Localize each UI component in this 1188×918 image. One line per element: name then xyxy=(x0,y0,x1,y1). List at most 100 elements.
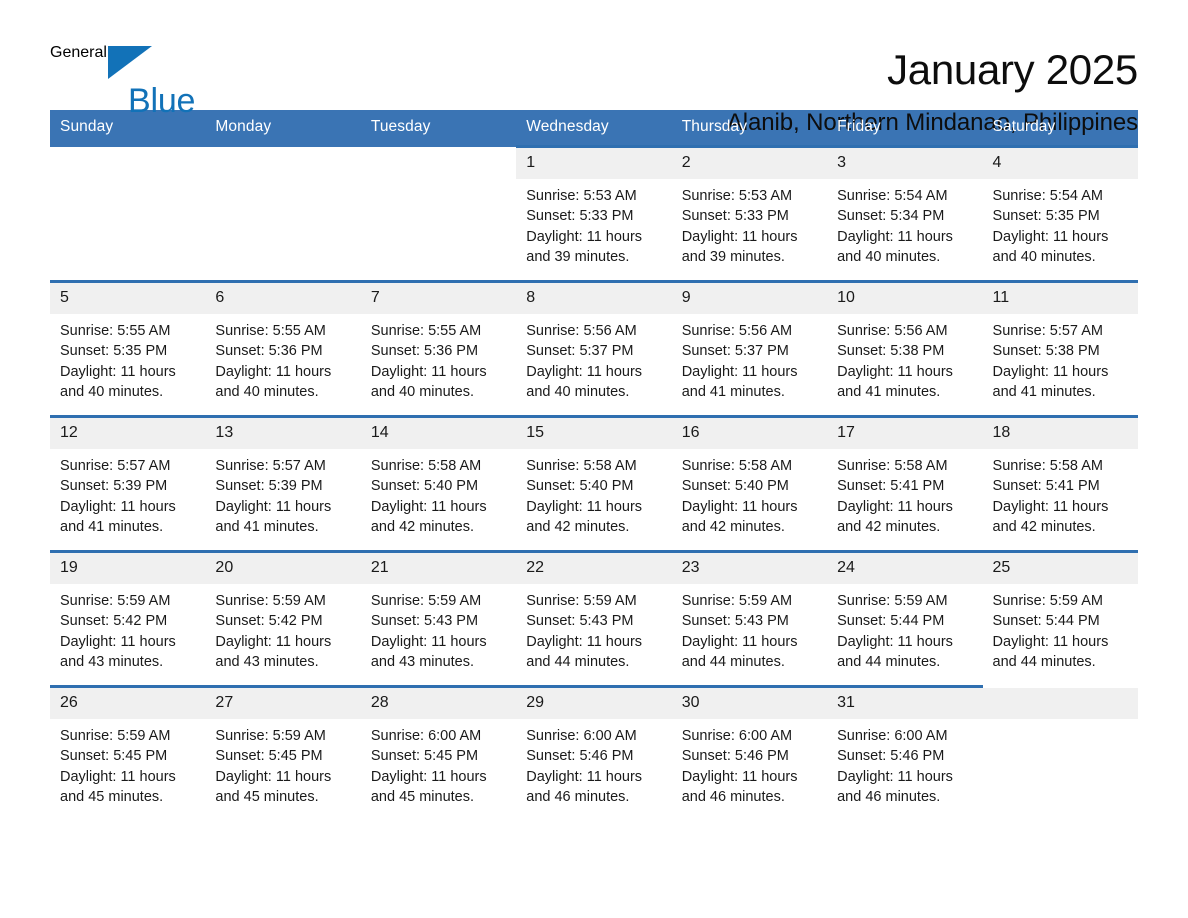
calendar-day-cell[interactable]: 25 Sunrise: 5:59 AM Sunset: 5:44 PM Dayligh… xyxy=(982,550,1138,687)
sunrise-time: Sunrise: 5:58 AM xyxy=(526,458,637,474)
calendar-day-cell[interactable]: 3 Sunrise: 5:54 AM Sunset: 5:34 PM Daylight… xyxy=(827,145,983,282)
daylight-duration-line2: and 40 minutes. xyxy=(837,248,941,265)
calendar-day-cell[interactable]: 5 Sunrise: 5:55 AM Sunset: 5:35 PM Daylight… xyxy=(50,280,206,417)
sunrise-sunset-calendar: Sunday Monday Tuesday Wednesday Thursday… xyxy=(50,110,1138,822)
day-details: Sunrise: 6:00 AM Sunset: 5:46 PM Daylight:… xyxy=(827,719,982,807)
general-blue-logo[interactable]: General Blue xyxy=(50,44,310,118)
sunrise-time: Sunrise: 5:54 AM xyxy=(992,188,1103,204)
daylight-duration-line2: and 44 minutes. xyxy=(681,653,785,670)
daylight-duration-line2: and 42 minutes. xyxy=(681,518,785,535)
daylight-duration-line2: and 40 minutes. xyxy=(60,383,164,400)
sunrise-time: Sunrise: 5:58 AM xyxy=(992,458,1103,474)
calendar-day-cell[interactable]: 20 Sunrise: 5:59 AM Sunset: 5:42 PM Dayligh… xyxy=(205,550,361,687)
day-number: 8 xyxy=(516,283,672,314)
daylight-duration-line1: Daylight: 11 hours xyxy=(60,498,176,515)
day-number: 3 xyxy=(827,148,983,179)
sunrise-time: Sunrise: 5:58 AM xyxy=(837,458,948,474)
day-number: 22 xyxy=(516,553,672,584)
calendar-day-cell[interactable]: 17 Sunrise: 5:58 AM Sunset: 5:41 PM Dayligh… xyxy=(827,415,983,552)
calendar-day-cell[interactable]: 9 Sunrise: 5:56 AM Sunset: 5:37 PM Daylight… xyxy=(671,280,828,417)
sunrise-time: Sunrise: 5:59 AM xyxy=(215,593,326,609)
day-number: 26 xyxy=(50,688,206,719)
calendar-day-cell[interactable]: 24 Sunrise: 5:59 AM Sunset: 5:44 PM Dayligh… xyxy=(827,550,983,687)
calendar-day-cell[interactable]: 15 Sunrise: 5:58 AM Sunset: 5:40 PM Dayligh… xyxy=(516,415,672,552)
day-details: Sunrise: 5:59 AM Sunset: 5:44 PM Daylight:… xyxy=(983,584,1138,672)
calendar-day-cell[interactable]: 11 Sunrise: 5:57 AM Sunset: 5:38 PM Dayligh… xyxy=(982,280,1138,417)
sunrise-time: Sunrise: 5:59 AM xyxy=(681,593,793,609)
calendar-day-cell[interactable]: 30 Sunrise: 6:00 AM Sunset: 5:46 PM Dayligh… xyxy=(671,685,828,822)
daylight-duration-line1: Daylight: 11 hours xyxy=(837,363,953,380)
day-details: Sunrise: 5:59 AM Sunset: 5:43 PM Daylight:… xyxy=(672,584,827,672)
calendar-week-row: 1 Sunrise: 5:53 AM Sunset: 5:33 PM Daylight… xyxy=(50,145,1138,282)
day-details: Sunrise: 5:58 AM Sunset: 5:40 PM Daylight:… xyxy=(672,449,827,537)
calendar-day-cell[interactable]: 16 Sunrise: 5:58 AM Sunset: 5:40 PM Dayligh… xyxy=(671,415,828,552)
day-number xyxy=(982,688,1138,719)
calendar-day-cell[interactable]: 27 Sunrise: 5:59 AM Sunset: 5:45 PM Dayligh… xyxy=(205,685,361,822)
day-number xyxy=(205,148,360,179)
calendar-day-cell[interactable]: 7 Sunrise: 5:55 AM Sunset: 5:36 PM Daylight… xyxy=(360,280,517,417)
day-number: 15 xyxy=(516,418,672,449)
calendar-day-cell[interactable]: 31 Sunrise: 6:00 AM Sunset: 5:46 PM Dayligh… xyxy=(827,685,983,822)
calendar-day-cell[interactable]: 4 Sunrise: 5:54 AM Sunset: 5:35 PM Daylight… xyxy=(982,145,1138,282)
sunset-time: Sunset: 5:43 PM xyxy=(370,613,479,630)
day-number: 25 xyxy=(982,553,1138,584)
calendar-day-cell[interactable]: 21 Sunrise: 5:59 AM Sunset: 5:43 PM Dayligh… xyxy=(360,550,517,687)
calendar-day-cell[interactable]: 22 Sunrise: 5:59 AM Sunset: 5:43 PM Dayligh… xyxy=(516,550,672,687)
sunset-time: Sunset: 5:44 PM xyxy=(837,613,945,630)
calendar-day-cell[interactable]: 29 Sunrise: 6:00 AM Sunset: 5:46 PM Dayligh… xyxy=(516,685,672,822)
daylight-duration-line2: and 42 minutes. xyxy=(837,518,941,535)
daylight-duration-line2: and 40 minutes. xyxy=(526,383,630,400)
daylight-duration-line1: Daylight: 11 hours xyxy=(370,633,487,650)
sunset-time: Sunset: 5:42 PM xyxy=(215,613,323,630)
sunset-time: Sunset: 5:46 PM xyxy=(681,748,789,765)
sunset-time: Sunset: 5:33 PM xyxy=(681,208,789,225)
calendar-day-cell[interactable]: 8 Sunrise: 5:56 AM Sunset: 5:37 PM Daylight… xyxy=(516,280,672,417)
sunrise-time: Sunrise: 5:55 AM xyxy=(370,323,482,339)
day-number: 7 xyxy=(360,283,517,314)
sunset-time: Sunset: 5:37 PM xyxy=(681,343,789,360)
daylight-duration-line1: Daylight: 11 hours xyxy=(992,633,1109,650)
day-number: 9 xyxy=(671,283,828,314)
calendar-day-cell[interactable]: 1 Sunrise: 5:53 AM Sunset: 5:33 PM Daylight… xyxy=(516,145,672,282)
calendar-day-cell[interactable]: 26 Sunrise: 5:59 AM Sunset: 5:45 PM Dayligh… xyxy=(50,685,206,822)
day-number: 18 xyxy=(982,418,1138,449)
sunrise-time: Sunrise: 5:53 AM xyxy=(681,188,793,204)
calendar-day-cell-empty xyxy=(50,146,206,282)
calendar-day-cell[interactable]: 2 Sunrise: 5:53 AM Sunset: 5:33 PM Daylight… xyxy=(671,145,828,282)
daylight-duration-line2: and 41 minutes. xyxy=(992,383,1096,400)
daylight-duration-line2: and 45 minutes. xyxy=(370,788,475,805)
daylight-duration-line1: Daylight: 11 hours xyxy=(370,498,487,515)
calendar-day-cell[interactable]: 18 Sunrise: 5:58 AM Sunset: 5:41 PM Dayligh… xyxy=(982,415,1138,552)
day-details: Sunrise: 5:55 AM Sunset: 5:36 PM Daylight:… xyxy=(205,314,360,402)
daylight-duration-line1: Daylight: 11 hours xyxy=(681,633,798,650)
calendar-day-cell[interactable]: 28 Sunrise: 6:00 AM Sunset: 5:45 PM Dayligh… xyxy=(360,685,517,822)
daylight-duration-line2: and 43 minutes. xyxy=(370,653,475,670)
sunrise-time: Sunrise: 6:00 AM xyxy=(837,728,948,744)
sunrise-time: Sunrise: 5:55 AM xyxy=(60,323,171,339)
daylight-duration-line2: and 40 minutes. xyxy=(215,383,319,400)
daylight-duration-line2: and 39 minutes. xyxy=(526,248,630,265)
calendar-day-cell[interactable]: 6 Sunrise: 5:55 AM Sunset: 5:36 PM Daylight… xyxy=(205,280,361,417)
daylight-duration-line2: and 39 minutes. xyxy=(681,248,785,265)
calendar-day-cell[interactable]: 13 Sunrise: 5:57 AM Sunset: 5:39 PM Dayligh… xyxy=(205,415,361,552)
calendar-day-cell[interactable]: 23 Sunrise: 5:59 AM Sunset: 5:43 PM Dayligh… xyxy=(671,550,828,687)
sunset-time: Sunset: 5:39 PM xyxy=(60,478,168,495)
day-number: 2 xyxy=(671,148,828,179)
daylight-duration-line2: and 45 minutes. xyxy=(215,788,319,805)
day-number: 17 xyxy=(827,418,983,449)
day-number xyxy=(361,148,516,179)
calendar-week-row: 26 Sunrise: 5:59 AM Sunset: 5:45 PM Dayligh… xyxy=(50,685,1138,822)
calendar-day-cell[interactable]: 10 Sunrise: 5:56 AM Sunset: 5:38 PM Dayligh… xyxy=(827,280,983,417)
day-details: Sunrise: 5:53 AM Sunset: 5:33 PM Daylight:… xyxy=(516,179,671,267)
calendar-day-cell[interactable]: 14 Sunrise: 5:58 AM Sunset: 5:40 PM Dayligh… xyxy=(360,415,517,552)
calendar-day-cell[interactable]: 19 Sunrise: 5:59 AM Sunset: 5:42 PM Dayligh… xyxy=(50,550,206,687)
day-number: 28 xyxy=(360,688,517,719)
day-number: 29 xyxy=(516,688,672,719)
sunset-time: Sunset: 5:40 PM xyxy=(681,478,789,495)
calendar-day-cell[interactable]: 12 Sunrise: 5:57 AM Sunset: 5:39 PM Dayligh… xyxy=(50,415,206,552)
daylight-duration-line1: Daylight: 11 hours xyxy=(837,768,953,785)
daylight-duration-line2: and 42 minutes. xyxy=(992,518,1096,535)
day-number: 11 xyxy=(982,283,1138,314)
day-details: Sunrise: 6:00 AM Sunset: 5:46 PM Daylight:… xyxy=(672,719,827,807)
daylight-duration-line1: Daylight: 11 hours xyxy=(837,498,953,515)
